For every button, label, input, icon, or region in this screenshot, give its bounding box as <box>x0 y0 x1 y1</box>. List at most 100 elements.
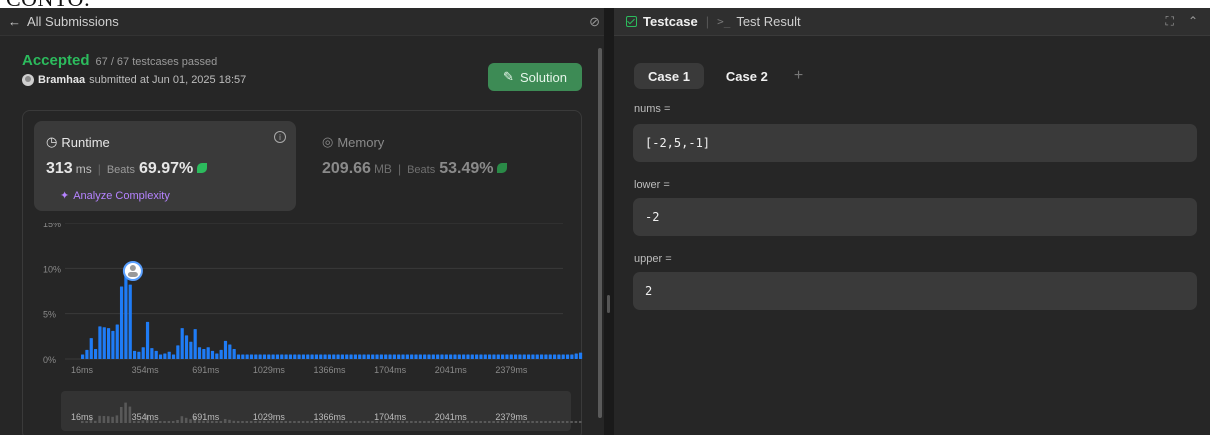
chart-bar <box>310 354 314 359</box>
mini-bar <box>98 415 101 423</box>
chart-bar <box>297 354 301 359</box>
expand-icon[interactable]: ⛶ <box>1166 14 1174 29</box>
mini-bar <box>219 421 223 423</box>
runtime-distribution-chart[interactable]: 15% 10% 5% 0% 16ms 354ms 691ms 1029ms 1366ms 1704… <box>23 223 583 435</box>
mini-bar <box>358 421 361 423</box>
mini-bar <box>557 421 560 423</box>
status-accepted: Accepted <box>22 52 90 69</box>
chart-bar <box>119 286 124 359</box>
separator: | <box>705 14 710 29</box>
all-submissions-link[interactable]: All Submissions <box>27 14 119 29</box>
chart-bar <box>418 354 422 359</box>
chart-bar <box>167 351 171 359</box>
mini-bar <box>574 421 578 423</box>
mini-bar <box>293 421 296 423</box>
mini-bar <box>111 416 114 423</box>
chart-bar <box>154 350 158 359</box>
edit-icon: ✎ <box>503 69 514 84</box>
mini-bar <box>93 420 97 423</box>
chart-bar <box>150 348 154 359</box>
scrollbar[interactable] <box>598 48 602 418</box>
tab-test-result[interactable]: Test Result <box>736 14 800 29</box>
mini-x-tick-label: 2379ms <box>495 412 528 422</box>
mini-bar <box>228 419 231 423</box>
chart-bar <box>158 354 163 359</box>
chart-bar <box>301 354 306 359</box>
checkbox-icon <box>626 16 637 27</box>
pane-divider[interactable] <box>604 8 614 435</box>
chart-bar <box>518 354 522 359</box>
mini-bar <box>578 421 582 423</box>
chart-bar <box>202 349 206 359</box>
memory-card[interactable]: ◎ Memory 209.66 MB | Beats 53.49% <box>310 121 572 211</box>
performance-panel: ◷ Runtime i 313 ms | Beats 69.97% ✦ Anal… <box>22 110 583 435</box>
var-label-nums: nums = <box>634 103 671 115</box>
mini-bar <box>423 421 426 423</box>
memory-label: Memory <box>337 134 385 150</box>
info-icon[interactable]: i <box>274 131 286 143</box>
chart-bar <box>423 354 427 359</box>
mini-bar <box>488 421 491 423</box>
case-tab-1[interactable]: Case 1 <box>634 63 704 89</box>
mini-x-tick-label: 16ms <box>71 412 94 422</box>
mini-x-tick-label: 691ms <box>192 412 220 422</box>
chart-bar <box>371 354 375 359</box>
mini-bar <box>171 421 175 423</box>
chart-bar <box>249 354 254 359</box>
chart-bar <box>375 354 379 359</box>
mini-bar <box>349 421 353 423</box>
chart-bar <box>552 354 557 359</box>
chart-bar <box>414 354 418 359</box>
chart-bar <box>565 354 570 359</box>
testcase-header: Testcase | >_ Test Result ⛶ ⌃ <box>614 8 1210 36</box>
var-input-nums[interactable]: [-2,5,-1] <box>633 124 1197 162</box>
mini-bar <box>297 421 301 423</box>
y-tick-label: 0% <box>43 355 56 365</box>
back-arrow-icon[interactable]: ← <box>8 14 21 29</box>
solution-label: Solution <box>519 69 567 85</box>
mini-bar <box>158 421 162 423</box>
chart-bar <box>124 266 128 359</box>
mini-bar <box>544 421 547 423</box>
x-tick-label: 2379ms <box>495 365 528 375</box>
chart-bar <box>539 354 544 359</box>
mini-bar <box>301 421 305 423</box>
chart-bar <box>254 354 258 359</box>
leaf-icon <box>497 163 508 173</box>
chart-bar <box>501 354 505 359</box>
analyze-complexity-link[interactable]: ✦ Analyze Complexity <box>60 189 170 203</box>
chart-bar <box>457 354 461 359</box>
runtime-card[interactable]: ◷ Runtime i 313 ms | Beats 69.97% ✦ Anal… <box>34 121 296 211</box>
link-icon[interactable]: ⊘ <box>589 14 600 30</box>
mini-bar <box>535 421 539 423</box>
mini-bar <box>115 415 119 423</box>
mini-bar <box>167 421 171 423</box>
username[interactable]: Bramhaa <box>38 74 85 86</box>
chart-bar <box>570 354 574 359</box>
solution-button[interactable]: ✎ Solution <box>488 63 582 91</box>
add-case-icon[interactable]: + <box>794 67 803 85</box>
chart-bar <box>509 354 513 359</box>
mini-bar <box>288 421 292 423</box>
chart-bar <box>206 347 210 359</box>
y-tick-label: 5% <box>43 310 56 320</box>
chart-bar <box>522 354 526 359</box>
submission-pane: ← All Submissions ⊘ Accepted 67 / 67 tes… <box>0 8 604 435</box>
mini-x-tick-label: 1366ms <box>313 412 346 422</box>
terminal-icon: >_ <box>717 15 731 28</box>
divider-grip-icon[interactable] <box>607 295 610 313</box>
chart-bar <box>245 354 249 359</box>
case-tab-2[interactable]: Case 2 <box>712 63 782 89</box>
chart-bar <box>453 354 457 359</box>
status-row: Accepted 67 / 67 testcases passed <box>22 52 217 69</box>
chart-bar <box>483 354 487 359</box>
avatar-icon[interactable] <box>22 74 34 86</box>
chart-bar <box>258 354 262 359</box>
chart-bar <box>219 349 223 359</box>
var-input-lower[interactable]: -2 <box>633 198 1197 236</box>
chart-bar <box>466 354 470 359</box>
separator: | <box>97 162 101 176</box>
chevron-up-icon[interactable]: ⌃ <box>1188 14 1198 29</box>
tab-testcase[interactable]: Testcase <box>643 14 698 29</box>
var-input-upper[interactable]: 2 <box>633 272 1197 310</box>
